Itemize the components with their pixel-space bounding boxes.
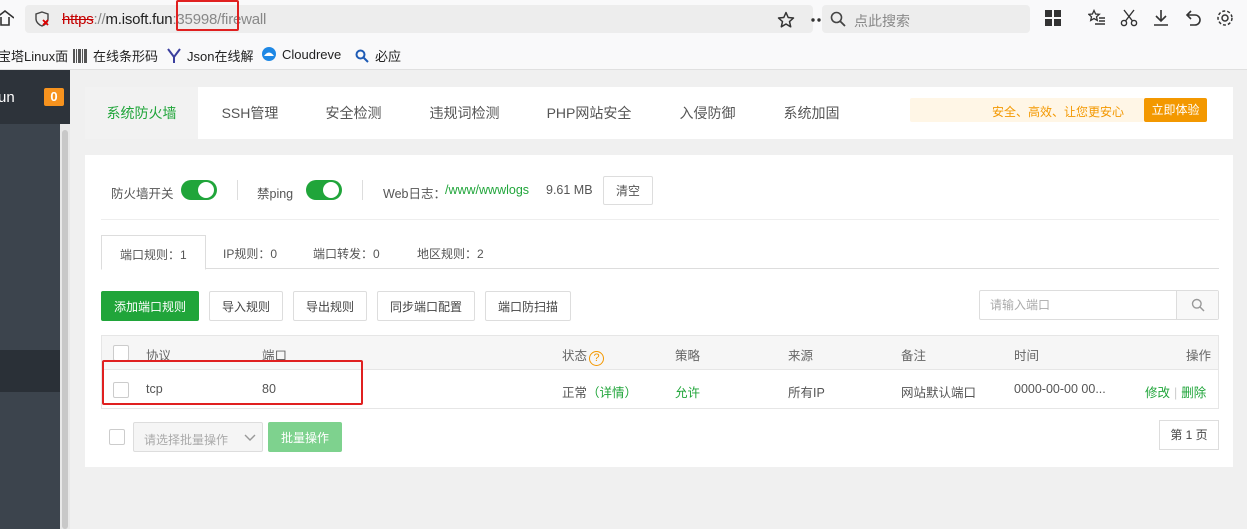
divider — [362, 180, 363, 200]
header-remark: 备注 — [901, 349, 927, 363]
status-detail-link[interactable]: （详情） — [587, 386, 637, 400]
tab-ssh[interactable]: SSH管理 — [210, 87, 290, 139]
tab-region-rules[interactable]: 地区规则：2 — [417, 235, 484, 269]
firewall-switch-label: 防火墙开关 — [111, 187, 174, 201]
settings-icon[interactable] — [1216, 9, 1234, 27]
bookmarks-bar: 宝塔Linux面 在线条形码 Json在线解 Cloudreve 必应 — [0, 38, 1247, 70]
header-time: 时间 — [1014, 349, 1040, 363]
json-y-icon — [167, 47, 181, 63]
cell-time: 0000-00-00 00... — [1014, 382, 1106, 396]
promo-banner: 安全、高效、让您更安心 — [910, 98, 1144, 122]
add-port-rule-button[interactable]: 添加端口规则 — [101, 291, 199, 321]
divider — [237, 180, 238, 200]
insecure-shield-icon[interactable] — [34, 11, 50, 27]
header-ops: 操作 — [1186, 349, 1212, 363]
favorites-list-icon[interactable] — [1088, 9, 1106, 27]
tab-hardening[interactable]: 系统加固 — [774, 87, 849, 139]
sidebar: un 0 — [0, 70, 70, 529]
header-status: 状态? — [562, 345, 605, 366]
tab-system-firewall[interactable]: 系统防火墙 — [85, 87, 198, 139]
tab-php-security[interactable]: PHP网站安全 — [539, 87, 639, 139]
security-tabs: 系统防火墙 SSH管理 安全检测 违规词检测 PHP网站安全 入侵防御 系统加固… — [85, 87, 1233, 139]
tab-word-check[interactable]: 违规词检测 — [422, 87, 507, 139]
header-source: 来源 — [788, 349, 814, 363]
ping-toggle[interactable] — [306, 180, 342, 200]
scrollbar-thumb[interactable] — [62, 130, 68, 529]
search-icon — [1191, 298, 1205, 312]
header-policy: 策略 — [675, 349, 701, 363]
bookmark-star-icon[interactable] — [777, 11, 795, 29]
bookmark-item[interactable]: Json在线解 — [166, 46, 253, 65]
port-search-button[interactable] — [1176, 291, 1218, 319]
weblog-path[interactable]: /www/wwwlogs — [445, 183, 529, 197]
port-scan-protect-button[interactable]: 端口防扫描 — [485, 291, 571, 321]
cell-status: 正常（详情） — [562, 386, 638, 400]
home-icon[interactable] — [0, 10, 14, 26]
batch-action-select[interactable]: 请选择批量操作 — [133, 422, 263, 452]
weblog-size: 9.61 MB — [546, 183, 593, 197]
try-now-button[interactable]: 立即体验 — [1144, 98, 1207, 122]
port-search — [979, 290, 1219, 320]
batch-operation-button[interactable]: 批量操作 — [268, 422, 342, 452]
search-placeholder: 点此搜索 — [854, 13, 910, 29]
rule-tabs: 端口规则：1 IP规则：0 端口转发：0 地区规则：2 — [101, 235, 1219, 270]
cell-source: 所有IP — [788, 386, 825, 400]
firewall-panel: 防火墙开关 禁ping Web日志： /www/wwwlogs 9.61 MB … — [85, 155, 1233, 467]
divider — [101, 219, 1219, 220]
tab-ip-rules[interactable]: IP规则：0 — [223, 235, 277, 269]
firewall-switches: 防火墙开关 禁ping Web日志： /www/wwwlogs 9.61 MB … — [85, 155, 1233, 220]
bookmark-item[interactable]: 在线条形码 — [72, 46, 158, 65]
browser-search-bar[interactable]: 点此搜索 — [822, 5, 1030, 33]
edit-link[interactable]: 修改 — [1145, 386, 1170, 400]
firewall-toggle[interactable] — [181, 180, 217, 200]
bookmark-item[interactable]: Cloudreve — [261, 46, 341, 62]
url-bar[interactable]: https://m.isoft.fun:35998/firewall — [25, 5, 827, 33]
promo-text: 安全、高效、让您更安心 — [992, 105, 1125, 119]
cell-ops: 修改 | 删除 — [1145, 386, 1207, 400]
bookmark-item[interactable]: 宝塔Linux面 — [0, 46, 68, 65]
weblog-label: Web日志： — [383, 187, 446, 201]
port-search-input[interactable] — [980, 291, 1176, 319]
bing-search-icon — [355, 49, 369, 63]
tab-security-check[interactable]: 安全检测 — [316, 87, 391, 139]
tab-port-forward[interactable]: 端口转发：0 — [313, 235, 380, 269]
main-content: 系统防火墙 SSH管理 安全检测 违规词检测 PHP网站安全 入侵防御 系统加固… — [70, 70, 1247, 529]
sidebar-title: un — [0, 89, 15, 106]
sidebar-scrollbar[interactable] — [60, 124, 70, 529]
cloud-icon — [262, 47, 276, 61]
clear-log-button[interactable]: 清空 — [603, 176, 653, 205]
select-all-checkbox[interactable] — [113, 345, 129, 361]
chevron-down-icon — [244, 434, 256, 441]
undo-icon[interactable] — [1184, 9, 1202, 27]
cell-policy[interactable]: 允许 — [675, 382, 700, 401]
apps-grid-icon[interactable] — [1044, 9, 1062, 27]
search-icon — [830, 11, 846, 27]
pagination[interactable]: 第 1 页 — [1159, 420, 1219, 450]
cell-remark: 网站默认端口 — [901, 386, 977, 400]
export-rules-button[interactable]: 导出规则 — [293, 291, 367, 321]
help-icon[interactable]: ? — [589, 351, 605, 366]
annotation-box — [176, 0, 239, 31]
annotation-box — [102, 360, 363, 405]
scissors-icon[interactable] — [1120, 9, 1138, 27]
tab-intrusion[interactable]: 入侵防御 — [670, 87, 745, 139]
sidebar-header: un 0 — [0, 70, 70, 124]
bookmark-item[interactable]: 必应 — [354, 46, 401, 65]
download-icon[interactable] — [1152, 9, 1170, 27]
tab-port-rules[interactable]: 端口规则：1 — [101, 235, 206, 270]
delete-link[interactable]: 删除 — [1181, 386, 1206, 400]
sync-port-config-button[interactable]: 同步端口配置 — [377, 291, 475, 321]
batch-select-all-checkbox[interactable] — [109, 429, 125, 445]
barcode-icon — [73, 48, 87, 63]
ping-label: 禁ping — [257, 187, 294, 201]
import-rules-button[interactable]: 导入规则 — [209, 291, 283, 321]
notification-badge[interactable]: 0 — [44, 88, 64, 106]
